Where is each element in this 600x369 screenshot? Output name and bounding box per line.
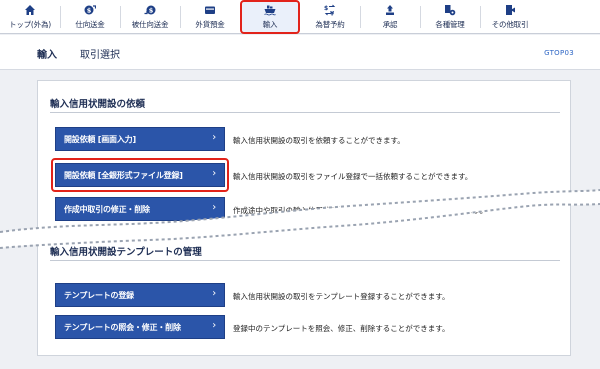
nav-label: 承認: [382, 20, 398, 29]
omission-tear: [0, 189, 600, 249]
open-request-screen-input-button[interactable]: 開設依頼 [画面入力] ›: [55, 127, 225, 151]
nav-label: 被仕向送金: [131, 20, 169, 29]
other-transactions-icon: [506, 5, 515, 15]
svg-text:$: $: [324, 5, 328, 12]
top-navigation: トップ(外為) $ 仕向送金 $ 被仕向送金 外貨預金 輸入 $ ¥ 為替予約 承…: [0, 0, 600, 34]
svg-text:$: $: [87, 7, 92, 15]
button-label: テンプレートの照会・修正・削除: [64, 322, 181, 332]
chevron-right-icon: ›: [212, 288, 216, 299]
deposit-icon: [205, 6, 215, 14]
nav-item-import[interactable]: 輸入: [240, 0, 300, 34]
view-edit-delete-template-button[interactable]: テンプレートの照会・修正・削除 ›: [55, 315, 225, 339]
import-ship-icon: [264, 5, 276, 16]
nav-label: 輸入: [262, 20, 278, 29]
fx-contract-icon: $¥: [324, 4, 336, 16]
chevron-right-icon: ›: [212, 320, 216, 331]
nav-item-inward-remittance[interactable]: $ 被仕向送金: [120, 0, 180, 34]
nav-item-management[interactable]: 各種管理: [420, 0, 480, 34]
button-description: 輸入信用状開設の取引を依頼することができます。: [233, 136, 405, 145]
nav-label: 仕向送金: [75, 20, 105, 29]
register-template-button[interactable]: テンプレートの登録 ›: [55, 283, 225, 307]
home-icon: [25, 5, 35, 15]
management-icon: [445, 5, 456, 16]
section-divider: [50, 112, 560, 113]
nav-item-approval[interactable]: 承認: [360, 0, 420, 34]
nav-label: 為替予約: [315, 20, 345, 29]
nav-item-other-transactions[interactable]: その他取引: [480, 0, 540, 34]
button-description: 輸入信用状開設の取引をテンプレート登録することができます。: [233, 292, 450, 301]
inward-remittance-icon: $: [144, 5, 156, 15]
nav-label: 各種管理: [435, 20, 465, 29]
approval-icon: [386, 5, 394, 15]
outward-remittance-icon: $: [84, 5, 96, 15]
chevron-right-icon: ›: [212, 132, 216, 143]
nav-item-foreign-deposit[interactable]: 外貨預金: [180, 0, 240, 34]
button-description: 登録中のテンプレートを照会、修正、削除することができます。: [233, 324, 450, 333]
page-title: 輸入: [37, 50, 57, 61]
nav-label: 外貨預金: [195, 20, 225, 29]
nav-label: トップ(外為): [9, 20, 51, 29]
button-description: 輸入信用状開設の取引をファイル登録で一括依頼することができます。: [233, 172, 473, 181]
page-header: 輸入 取引選択 GTOP03: [0, 35, 600, 70]
page-subtitle: 取引選択: [80, 50, 120, 61]
button-label: テンプレートの登録: [64, 290, 134, 300]
nav-label: その他取引: [491, 20, 529, 29]
section-title-lc-request: 輸入信用状開設の依頼: [50, 99, 146, 110]
button-label: 開設依頼 [画面入力]: [64, 134, 136, 144]
svg-text:$: $: [149, 7, 154, 15]
nav-item-fx-contract[interactable]: $ ¥ 為替予約: [300, 0, 360, 34]
nav-item-outward-remittance[interactable]: $ 仕向送金: [60, 0, 120, 34]
screen-id: GTOP03: [544, 49, 574, 57]
nav-item-top[interactable]: トップ(外為): [0, 0, 60, 34]
